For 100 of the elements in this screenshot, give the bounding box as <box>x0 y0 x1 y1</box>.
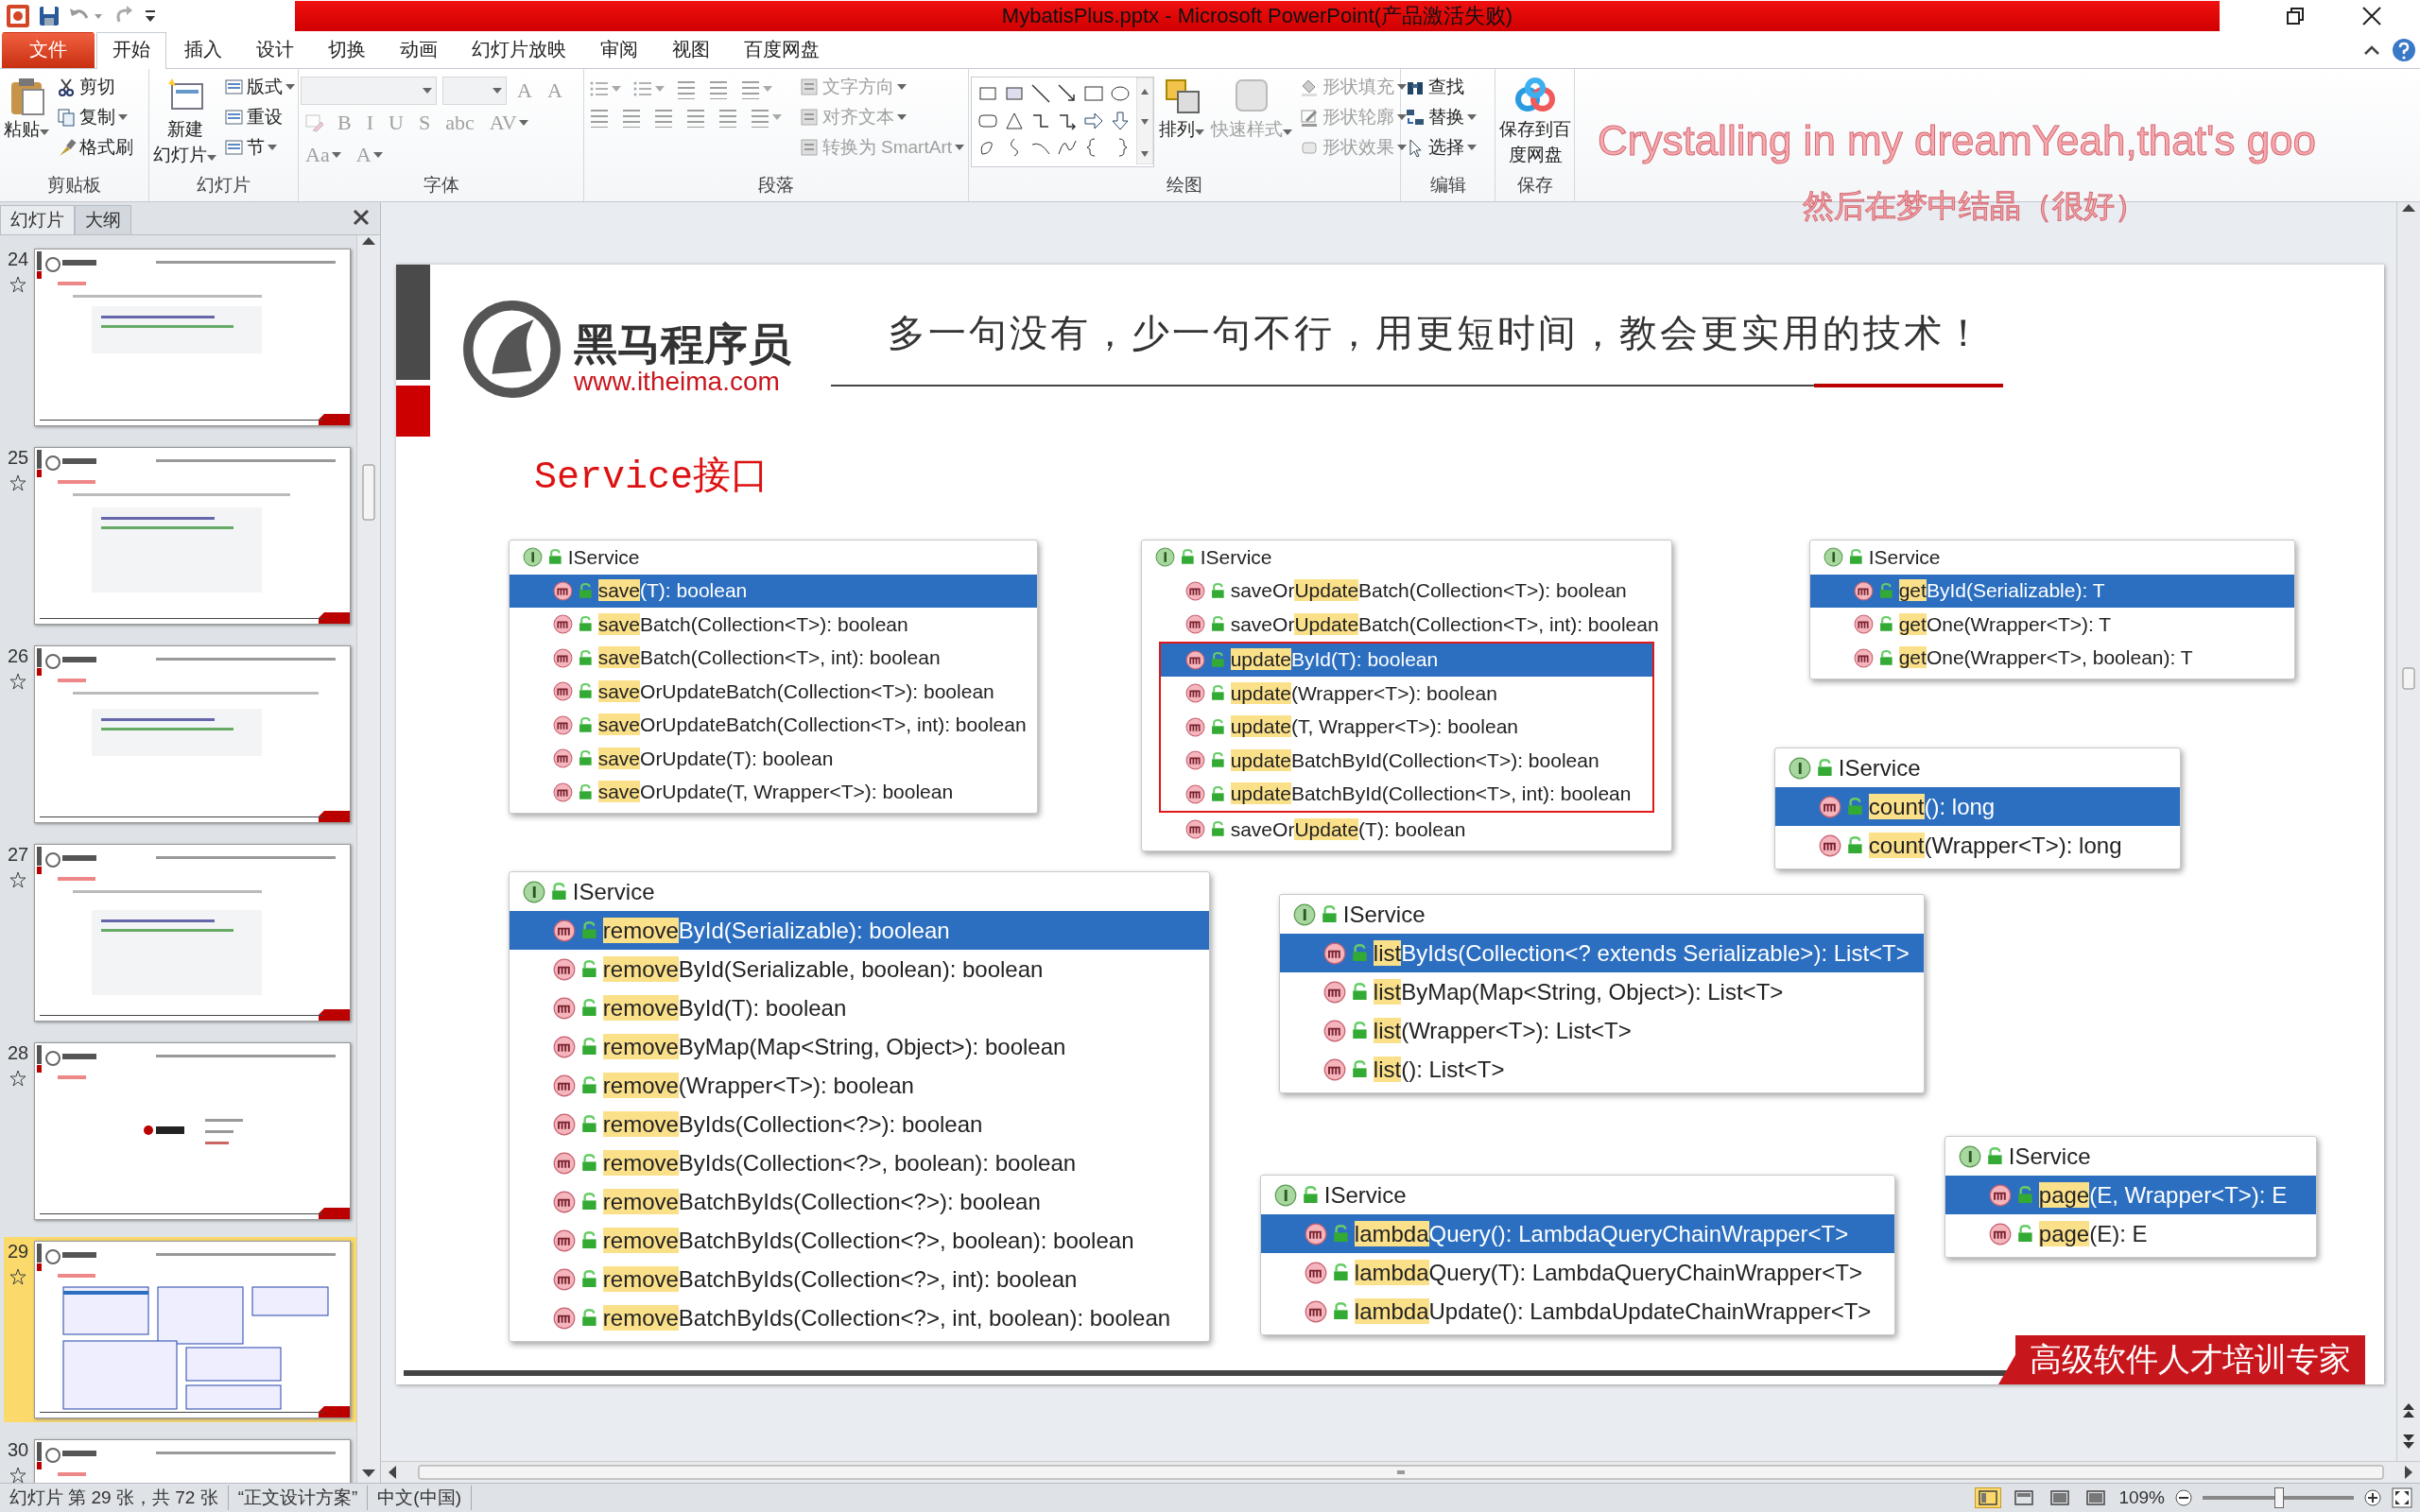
ribbon-tab[interactable]: 插入 <box>168 32 238 68</box>
ribbon-button[interactable]: 新建 幻灯片 <box>151 73 218 169</box>
slider-thumb[interactable] <box>2274 1487 2284 1508</box>
method-row[interactable]: removeBatchByIds(Collection<?>, int, boolean): boolean <box>510 1298 1209 1337</box>
ribbon-button[interactable]: 保存到百 度网盘 <box>1497 73 1573 169</box>
clear-format-icon <box>303 112 324 133</box>
scroll-left-icon[interactable] <box>387 1465 398 1480</box>
method-row[interactable]: removeByIds(Collection<?>): boolean <box>510 1105 1209 1143</box>
close-icon[interactable] <box>352 208 371 227</box>
ribbon-button[interactable]: 节 <box>221 133 297 162</box>
method-row[interactable]: saveOrUpdateBatch(Collection<T>, int): boolean <box>1142 608 1671 642</box>
slide-thumbnail[interactable] <box>34 1241 351 1418</box>
ribbon-button[interactable]: 剪切 <box>54 73 135 101</box>
lock-icon <box>1879 649 1893 666</box>
slide-thumbnail[interactable] <box>34 645 351 823</box>
method-row[interactable]: removeById(Serializable): boolean <box>510 911 1209 950</box>
zoom-level[interactable]: 109% <box>2118 1487 2165 1508</box>
slide-thumbnail[interactable] <box>34 249 351 426</box>
method-row[interactable]: count(Wrapper<T>): long <box>1775 826 2180 865</box>
method-row[interactable]: removeBatchByIds(Collection<?>, boolean): boolean <box>510 1221 1209 1260</box>
ribbon-tab[interactable]: 审阅 <box>584 32 654 68</box>
zoom-out-icon[interactable] <box>2174 1488 2193 1507</box>
method-row[interactable]: saveOrUpdate(T, Wrapper<T>): boolean <box>510 775 1037 809</box>
method-row[interactable]: update(T, Wrapper<T>): boolean <box>1161 710 1652 744</box>
scroll-up-icon[interactable] <box>361 235 376 247</box>
method-row[interactable]: saveBatch(Collection<T>): boolean <box>510 608 1037 642</box>
align-center-icon <box>621 107 642 128</box>
scrollbar-thumb-icon[interactable] <box>417 1465 2384 1480</box>
method-row[interactable]: saveOrUpdate(T): boolean <box>510 742 1037 776</box>
ribbon-button[interactable]: 粘贴 <box>2 73 51 144</box>
lock-icon <box>2017 1185 2033 1205</box>
restore-icon[interactable] <box>2286 7 2305 26</box>
shape-icon[interactable] <box>1057 83 1078 104</box>
ribbon-button[interactable]: 版式 <box>221 73 297 101</box>
method-row[interactable]: saveBatch(Collection<T>, int): boolean <box>510 641 1037 675</box>
method-row[interactable]: saveOrUpdateBatch(Collection<T>): boolean <box>1142 574 1671 608</box>
method-row[interactable]: lambdaQuery(T): LambdaQueryChainWrapper<T> <box>1261 1253 1894 1292</box>
method-row[interactable]: removeByMap(Map<String, Object>): boolean <box>510 1027 1209 1066</box>
slide-number: 25 <box>7 447 29 469</box>
ribbon-button[interactable]: 排列 <box>1157 73 1206 144</box>
ribbon-button[interactable]: 重设 <box>221 103 297 131</box>
slide-thumbnail[interactable] <box>34 1042 351 1220</box>
panel-tab[interactable]: 幻灯片 <box>0 205 75 234</box>
ribbon-tab[interactable]: 开始 <box>96 32 166 69</box>
method-row[interactable]: saveOrUpdateBatch(Collection<T>): boolean <box>510 675 1037 709</box>
ribbon-tab[interactable]: 设计 <box>240 32 310 68</box>
method-row[interactable]: removeById(Serializable, boolean): boolean <box>510 950 1209 988</box>
gallery-scroll-icon[interactable] <box>1136 77 1153 164</box>
ribbon-tab[interactable]: 切换 <box>312 32 382 68</box>
slide-thumbnail[interactable] <box>34 447 351 625</box>
method-row[interactable]: updateBatchById(Collection<T>): boolean <box>1161 744 1652 778</box>
method-row[interactable]: listByIds(Collection<? extends Serializable>): List<T> <box>1280 934 1924 972</box>
method-row[interactable]: updateBatchById(Collection<T>, int): boolean <box>1161 777 1652 811</box>
ribbon-tab[interactable]: 幻灯片放映 <box>456 32 582 68</box>
app-logo-icon[interactable] <box>6 4 30 28</box>
scrollbar-thumb-icon[interactable] <box>362 464 375 521</box>
ribbon-tab[interactable]: 文件 <box>2 32 95 68</box>
view-button[interactable] <box>1975 1487 2002 1508</box>
lock-icon <box>579 582 593 599</box>
method-row[interactable]: removeById(T): boolean <box>510 988 1209 1027</box>
method-row[interactable]: remove(Wrapper<T>): boolean <box>510 1066 1209 1105</box>
lock-icon <box>1303 1185 1319 1205</box>
minimize-ribbon-icon[interactable] <box>2363 43 2380 57</box>
method-row[interactable]: lambdaUpdate(): LambdaUpdateChainWrapper<T> <box>1261 1292 1894 1331</box>
shape-icon[interactable] <box>1030 83 1051 104</box>
method-icon <box>1185 819 1205 840</box>
method-row[interactable]: page(E, Wrapper<T>): E <box>1945 1176 2316 1214</box>
ribbon-tab[interactable]: 视图 <box>656 32 726 68</box>
ribbon-button[interactable]: 格式刷 <box>54 133 135 162</box>
method-row[interactable]: page(E): E <box>1945 1214 2316 1253</box>
scroll-down-icon[interactable] <box>361 1468 376 1479</box>
scrollbar-thumb-icon[interactable] <box>2402 667 2415 690</box>
zoom-in-icon[interactable] <box>2363 1488 2382 1507</box>
method-row[interactable]: getOne(Wrapper<T>, boolean): T <box>1810 641 2294 675</box>
ribbon-tab[interactable]: 动画 <box>384 32 454 68</box>
caret-icon <box>1467 114 1477 120</box>
panel-tab[interactable]: 大纲 <box>75 205 131 234</box>
method-row[interactable]: updateById(T): boolean <box>1161 643 1652 677</box>
fit-to-window-icon[interactable] <box>2392 1487 2412 1508</box>
method-row[interactable]: list(Wrapper<T>): List<T> <box>1280 1011 1924 1050</box>
ribbon-tab[interactable]: 百度网盘 <box>728 32 836 68</box>
language[interactable]: 中文(中国) <box>368 1486 472 1510</box>
method-row[interactable]: listByMap(Map<String, Object>): List<T> <box>1280 972 1924 1011</box>
slide-thumbnail[interactable] <box>34 844 351 1022</box>
ribbon-button[interactable]: 复制 <box>54 103 135 131</box>
shapes-gallery[interactable] <box>971 77 1154 167</box>
shape-icon[interactable] <box>1110 83 1131 104</box>
method-row[interactable]: saveOrUpdate(T): boolean <box>1142 813 1671 847</box>
method-row[interactable]: getOne(Wrapper<T>): T <box>1810 608 2294 642</box>
method-row[interactable]: update(Wrapper<T>): boolean <box>1161 677 1652 711</box>
method-row[interactable]: save(T): boolean <box>510 574 1037 608</box>
save-icon[interactable] <box>38 5 60 27</box>
scroll-right-icon[interactable] <box>2403 1465 2414 1480</box>
close-icon[interactable] <box>2361 6 2382 26</box>
method-row[interactable]: removeBatchByIds(Collection<?>): boolean <box>510 1182 1209 1221</box>
help-icon[interactable] <box>2392 38 2416 62</box>
method-row[interactable]: list(): List<T> <box>1280 1050 1924 1089</box>
method-row[interactable]: saveOrUpdateBatch(Collection<T>, int): boolean <box>510 708 1037 742</box>
method-row[interactable]: removeByIds(Collection<?>, boolean): boolean <box>510 1143 1209 1182</box>
method-row[interactable]: removeBatchByIds(Collection<?>, int): boolean <box>510 1260 1209 1298</box>
